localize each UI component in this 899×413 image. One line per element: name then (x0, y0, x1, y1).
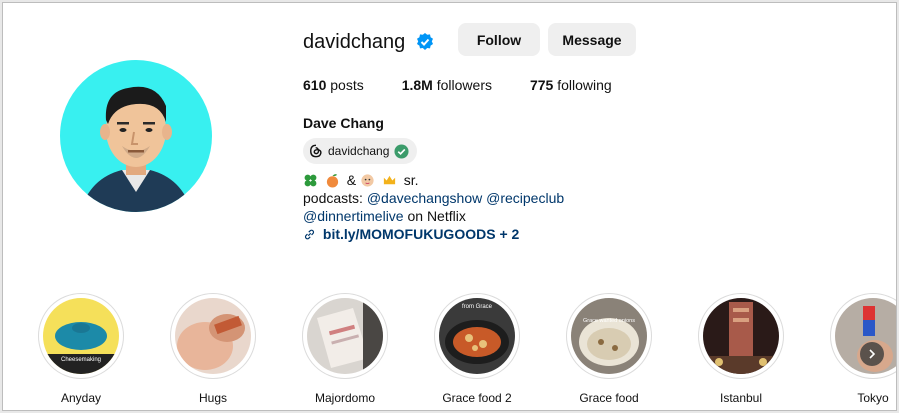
bio-emoji-line: & sr. (303, 171, 564, 189)
clover-icon (304, 174, 317, 187)
highlight-anyday[interactable]: Cheesemaking Anyday (31, 293, 131, 405)
thumb-caption: Cheesemaking (61, 357, 101, 363)
highlight-thumbnail: Cheesemaking (43, 298, 119, 374)
bio-podcasts-line: podcasts: @davechangshow @recipeclub (303, 190, 565, 206)
story-highlights: Cheesemaking Anyday Hugs Majordomo from … (3, 293, 896, 410)
highlight-thumbnail (703, 298, 779, 374)
profile-username: davidchang (303, 31, 406, 53)
baby-icon (361, 174, 374, 187)
highlight-thumbnail (175, 298, 251, 374)
highlight-majordomo[interactable]: Majordomo (295, 293, 395, 405)
highlight-grace-food[interactable]: Grace wanted onions Grace food (559, 293, 659, 405)
highlight-label: Tokyo (857, 391, 889, 405)
profile-page: davidchang Follow Message 610 posts 1.8M… (2, 2, 897, 411)
mention-recipeclub[interactable]: @recipeclub (486, 190, 564, 206)
check-icon (394, 143, 409, 159)
profile-bio: & sr. podcasts: @davechangshow @recipecl… (303, 171, 564, 243)
highlight-label: Grace food 2 (442, 391, 512, 405)
highlight-label: Anyday (60, 391, 102, 405)
follow-button[interactable]: Follow (458, 23, 540, 56)
chevron-right-icon (869, 349, 876, 359)
highlight-label: Grace food (579, 391, 639, 405)
highlight-istanbul[interactable]: Istanbul (691, 293, 791, 405)
more-links[interactable]: + 2 (496, 226, 519, 242)
mention-davechangshow[interactable]: @davechangshow (367, 190, 482, 206)
peach-icon (326, 174, 339, 188)
highlight-thumbnail: from Grace (439, 298, 515, 374)
highlight-label: Istanbul (719, 391, 763, 405)
external-link[interactable]: bit.ly/MOMOFUKUGOODS (323, 226, 496, 242)
profile-full-name: Dave Chang (303, 115, 384, 131)
highlight-grace-food-2[interactable]: from Grace Grace food 2 (427, 293, 527, 405)
profile-stats: 610 posts 1.8M followers 775 following (303, 77, 650, 93)
highlight-thumbnail: Grace wanted onions (571, 298, 647, 374)
verified-badge-icon (417, 33, 433, 50)
profile-avatar[interactable] (60, 60, 212, 212)
posts-count: 610 posts (303, 77, 364, 93)
bio-netflix-line: @dinnertimelive on Netflix (303, 208, 466, 224)
highlight-hugs[interactable]: Hugs (163, 293, 263, 405)
bio-link-line[interactable]: bit.ly/MOMOFUKUGOODS + 2 (303, 225, 564, 243)
threads-handle: davidchang (328, 144, 390, 158)
thumb-caption: from Grace (462, 304, 493, 310)
thumb-caption: Grace wanted onions (583, 318, 635, 324)
mention-dinnertimelive[interactable]: @dinnertimelive (303, 208, 404, 224)
highlight-label: Majordomo (314, 391, 376, 405)
crown-icon (383, 175, 396, 185)
threads-icon (310, 144, 322, 158)
highlight-label: Hugs (198, 391, 227, 405)
highlights-next-button[interactable] (860, 342, 884, 366)
threads-badge[interactable]: davidchang (303, 138, 418, 164)
following-link[interactable]: 775 following (530, 77, 612, 93)
cartoon-avatar-icon (80, 86, 192, 212)
link-icon (304, 229, 315, 240)
highlight-thumbnail (307, 298, 383, 374)
followers-link[interactable]: 1.8M followers (402, 77, 492, 93)
message-button[interactable]: Message (548, 23, 636, 56)
